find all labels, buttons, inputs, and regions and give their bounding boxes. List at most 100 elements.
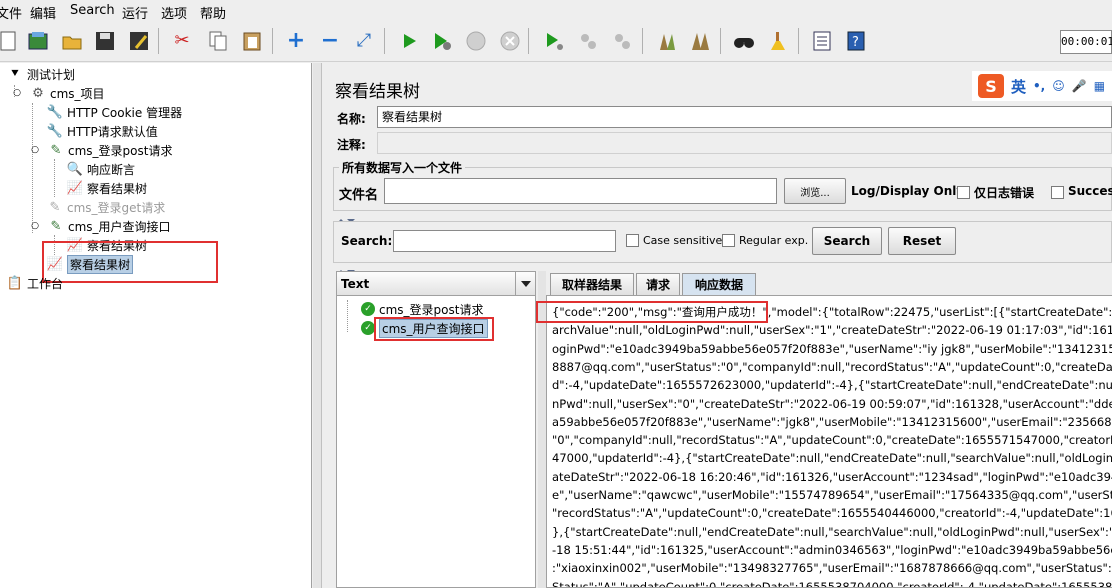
tree-label: HTTP Cookie 管理器 [67, 105, 183, 120]
tree-node-project[interactable]: ○ ⚙ cms_项目 [8, 84, 105, 102]
open-icon[interactable] [58, 27, 86, 55]
save-icon[interactable] [91, 27, 119, 55]
sample-label: cms_登录post请求 [379, 302, 484, 317]
reset-button[interactable]: Reset [888, 227, 956, 255]
sogou-logo: S [978, 74, 1004, 98]
menu-edit[interactable]: 编辑 [30, 3, 56, 22]
toggle-icon[interactable]: ⤢ [350, 27, 378, 55]
response-line: },{"startCreateDate":null,"endCreateDate… [552, 524, 1112, 539]
remote-stop-icon [574, 27, 602, 55]
tree-node-assertion[interactable]: 🔍 响应断言 [66, 160, 135, 178]
tree-node-http-defaults[interactable]: 🔧 HTTP请求默认值 [46, 122, 158, 140]
response-line: :"xiaoxinxin002","userMobile":"134983277… [552, 561, 1112, 576]
expand-handle-icon[interactable]: ○ [8, 85, 26, 101]
expand-handle-icon[interactable]: ○ [26, 142, 44, 158]
collapse-icon[interactable]: − [316, 27, 344, 55]
tree-label: 工作台 [27, 276, 64, 291]
start-no-pause-icon[interactable] [428, 27, 456, 55]
pipette-icon: ✎ [50, 142, 62, 158]
response-line: "recordStatus":"A","updateCount":0,"crea… [552, 506, 1112, 521]
start-icon[interactable] [395, 27, 423, 55]
microphone-icon[interactable]: 🎤 [1072, 79, 1087, 93]
tree-label: 测试计划 [27, 67, 76, 82]
tab-sampler-result[interactable]: 取样器结果 [550, 273, 634, 295]
browse-button[interactable]: 浏览... [784, 178, 846, 204]
test-plan-tree: ⯆ 测试计划 ○ ⚙ cms_项目 🔧 HTTP Cookie 管理器 🔧 HT… [0, 63, 312, 588]
tree-label: 响应断言 [87, 162, 136, 177]
success-check-icon: ✓ [361, 321, 375, 335]
response-line: -18 15:51:44","id":161325,"userAccount":… [552, 542, 1112, 557]
menu-options[interactable]: 选项 [161, 3, 187, 22]
clear-all-icon[interactable] [686, 27, 714, 55]
save-as-icon[interactable] [125, 27, 153, 55]
find-icon[interactable] [730, 27, 758, 55]
chevron-down-icon[interactable] [515, 272, 535, 296]
comment-field[interactable] [377, 132, 1112, 154]
keyboard-icon[interactable]: ▦ [1094, 79, 1105, 93]
response-line: archValue":null,"oldLoginPwd":null,"user… [552, 323, 1112, 338]
regex-label: Regular exp. [739, 234, 809, 247]
collapse-arrows-icon[interactable] [337, 263, 367, 274]
response-line: oginPwd":"e10adc3949ba59abbe56e057f20f88… [552, 341, 1112, 356]
templates-icon[interactable] [24, 27, 52, 55]
ime-language[interactable]: 英 [1011, 76, 1026, 97]
highlight-box [42, 241, 218, 283]
paste-icon[interactable] [238, 27, 266, 55]
elapsed-timer: 00:00:01 [1060, 30, 1112, 54]
success-check-icon: ✓ [361, 302, 375, 316]
expand-handle-icon[interactable]: ○ [26, 218, 44, 234]
menu-file[interactable]: 文件 [0, 3, 22, 22]
renderer-select[interactable]: Text [337, 272, 535, 296]
response-line: a59abbe56e057f20f883e","userName":"jgk8"… [552, 414, 1112, 429]
response-line: 47000,"updaterId":-4},{"startCreateDate"… [552, 451, 1112, 466]
filename-label: 文件名 [339, 188, 379, 203]
errors-only-label: 仅日志错误 [974, 186, 1035, 200]
tab-request[interactable]: 请求 [636, 273, 680, 295]
sample-results-tree: Text ✓ cms_登录post请求 ✓ cms_用户查询接口 [336, 271, 536, 588]
name-field[interactable]: 察看结果树 [377, 106, 1112, 128]
result-tabs: 取样器结果 请求 响应数据 {"code":"200","msg":"查询用户成… [536, 271, 1112, 588]
regex-checkbox[interactable] [722, 234, 735, 247]
tree-node-login-post[interactable]: ○ ✎ cms_登录post请求 [26, 141, 172, 159]
tree-label: cms_项目 [50, 86, 105, 101]
tree-node-view-results[interactable]: 📈 察看结果树 [66, 179, 147, 197]
reset-search-icon[interactable] [764, 27, 792, 55]
collapse-arrows-icon[interactable] [337, 212, 367, 223]
tree-node-test-plan[interactable]: ⯆ 测试计划 [6, 65, 75, 83]
menu-search[interactable]: Search [70, 3, 115, 18]
tree-node-login-get[interactable]: ✎ cms_登录get请求 [46, 198, 166, 216]
tree-node-user-query[interactable]: ○ ✎ cms_用户查询接口 [26, 217, 170, 235]
toolbar: ✂ + − ⤢ ? 00:00:01 [0, 22, 1112, 62]
tab-response-data[interactable]: 响应数据 [682, 273, 756, 295]
successes-label: Successes [1068, 184, 1112, 198]
copy-icon[interactable] [204, 27, 232, 55]
remote-shutdown-icon [608, 27, 636, 55]
successes-checkbox[interactable] [1051, 186, 1064, 199]
function-helper-icon[interactable] [808, 27, 836, 55]
pane-splitter[interactable] [313, 63, 322, 588]
remote-start-icon[interactable] [540, 27, 568, 55]
tree-node-workbench[interactable]: 📋 工作台 [6, 274, 63, 292]
menu-help[interactable]: 帮助 [200, 3, 226, 22]
case-sensitive-checkbox[interactable] [626, 234, 639, 247]
search-button[interactable]: Search [812, 227, 882, 255]
svg-text:?: ? [852, 35, 859, 50]
clear-icon[interactable] [652, 27, 680, 55]
help-icon[interactable]: ? [842, 27, 870, 55]
punctuation-icon[interactable]: •, [1033, 79, 1045, 93]
emoji-icon[interactable]: ☺ [1052, 79, 1065, 93]
new-icon[interactable] [0, 27, 22, 55]
expand-icon[interactable]: + [282, 27, 310, 55]
filename-input[interactable] [384, 178, 777, 204]
gear-icon: ⚙ [32, 85, 44, 101]
menu-run[interactable]: 运行 [122, 3, 148, 22]
search-input[interactable] [393, 230, 616, 252]
highlight-box [374, 317, 494, 341]
sample-result-item[interactable]: ✓ cms_登录post请求 [361, 300, 483, 318]
response-line: d":-4,"updateDate":1655572623000,"update… [552, 378, 1112, 393]
response-body[interactable]: {"code":"200","msg":"查询用户成功！","model":{"… [546, 295, 1112, 588]
cut-icon[interactable]: ✂ [168, 27, 196, 55]
tree-node-cookie-manager[interactable]: 🔧 HTTP Cookie 管理器 [46, 103, 182, 121]
menu-bar: 文件 编辑 Search 运行 选项 帮助 [0, 0, 1112, 22]
errors-only-checkbox[interactable] [957, 186, 970, 199]
